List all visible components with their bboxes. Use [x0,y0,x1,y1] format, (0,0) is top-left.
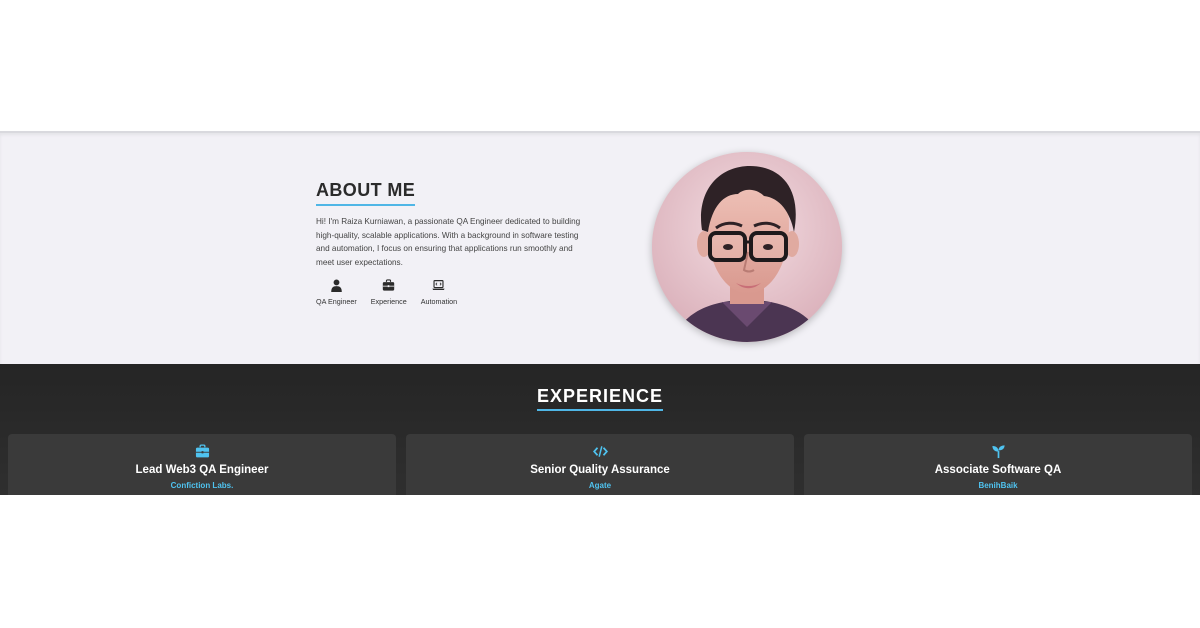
experience-title-wrap: EXPERIENCE [0,386,1200,411]
code-icon [592,446,608,457]
highlight-label: QA Engineer [316,297,357,307]
experience-role: Lead Web3 QA Engineer [135,464,269,476]
seedling-icon [991,445,1005,459]
profile-photo [652,152,842,342]
experience-section: EXPERIENCE Lead Web3 QA Engineer Confict… [0,364,1200,495]
experience-company: BenihBaik [978,481,1018,490]
experience-role: Associate Software QA [934,464,1062,476]
experience-company: Confiction Labs. [170,481,234,490]
experience-role: Senior Quality Assurance [530,464,670,476]
highlight-qa-engineer: QA Engineer [316,279,357,306]
experience-card[interactable]: Lead Web3 QA Engineer Confiction Labs. [8,434,396,495]
briefcase-icon [383,279,395,291]
experience-card[interactable]: Senior Quality Assurance Agate [406,434,794,495]
about-title: ABOUT ME [316,180,416,206]
about-highlights: QA Engineer Experience Automation [316,279,584,306]
bottom-blank-area [0,495,1200,628]
about-description: Hi! I'm Raiza Kurniawan, a passionate QA… [316,217,581,267]
experience-title: EXPERIENCE [536,386,664,411]
experience-card[interactable]: Associate Software QA BenihBaik [804,434,1192,495]
highlight-experience: Experience [371,279,407,306]
highlight-label: Experience [370,297,407,307]
highlight-label: Automation [420,297,458,307]
laptop-code-icon [432,280,445,291]
about-text-block: ABOUT ME Hi! I'm Raiza Kurniawan, a pass… [316,180,584,306]
highlight-automation: Automation [421,279,457,306]
about-section: ABOUT ME Hi! I'm Raiza Kurniawan, a pass… [0,131,1200,364]
top-blank-area [0,0,1200,131]
user-icon [331,279,342,293]
experience-company: Agate [588,481,612,490]
profile-avatar [652,152,842,342]
experience-cards: Lead Web3 QA Engineer Confiction Labs. S… [8,434,1192,495]
page: ABOUT ME Hi! I'm Raiza Kurniawan, a pass… [0,0,1200,628]
briefcase-icon [195,444,209,458]
